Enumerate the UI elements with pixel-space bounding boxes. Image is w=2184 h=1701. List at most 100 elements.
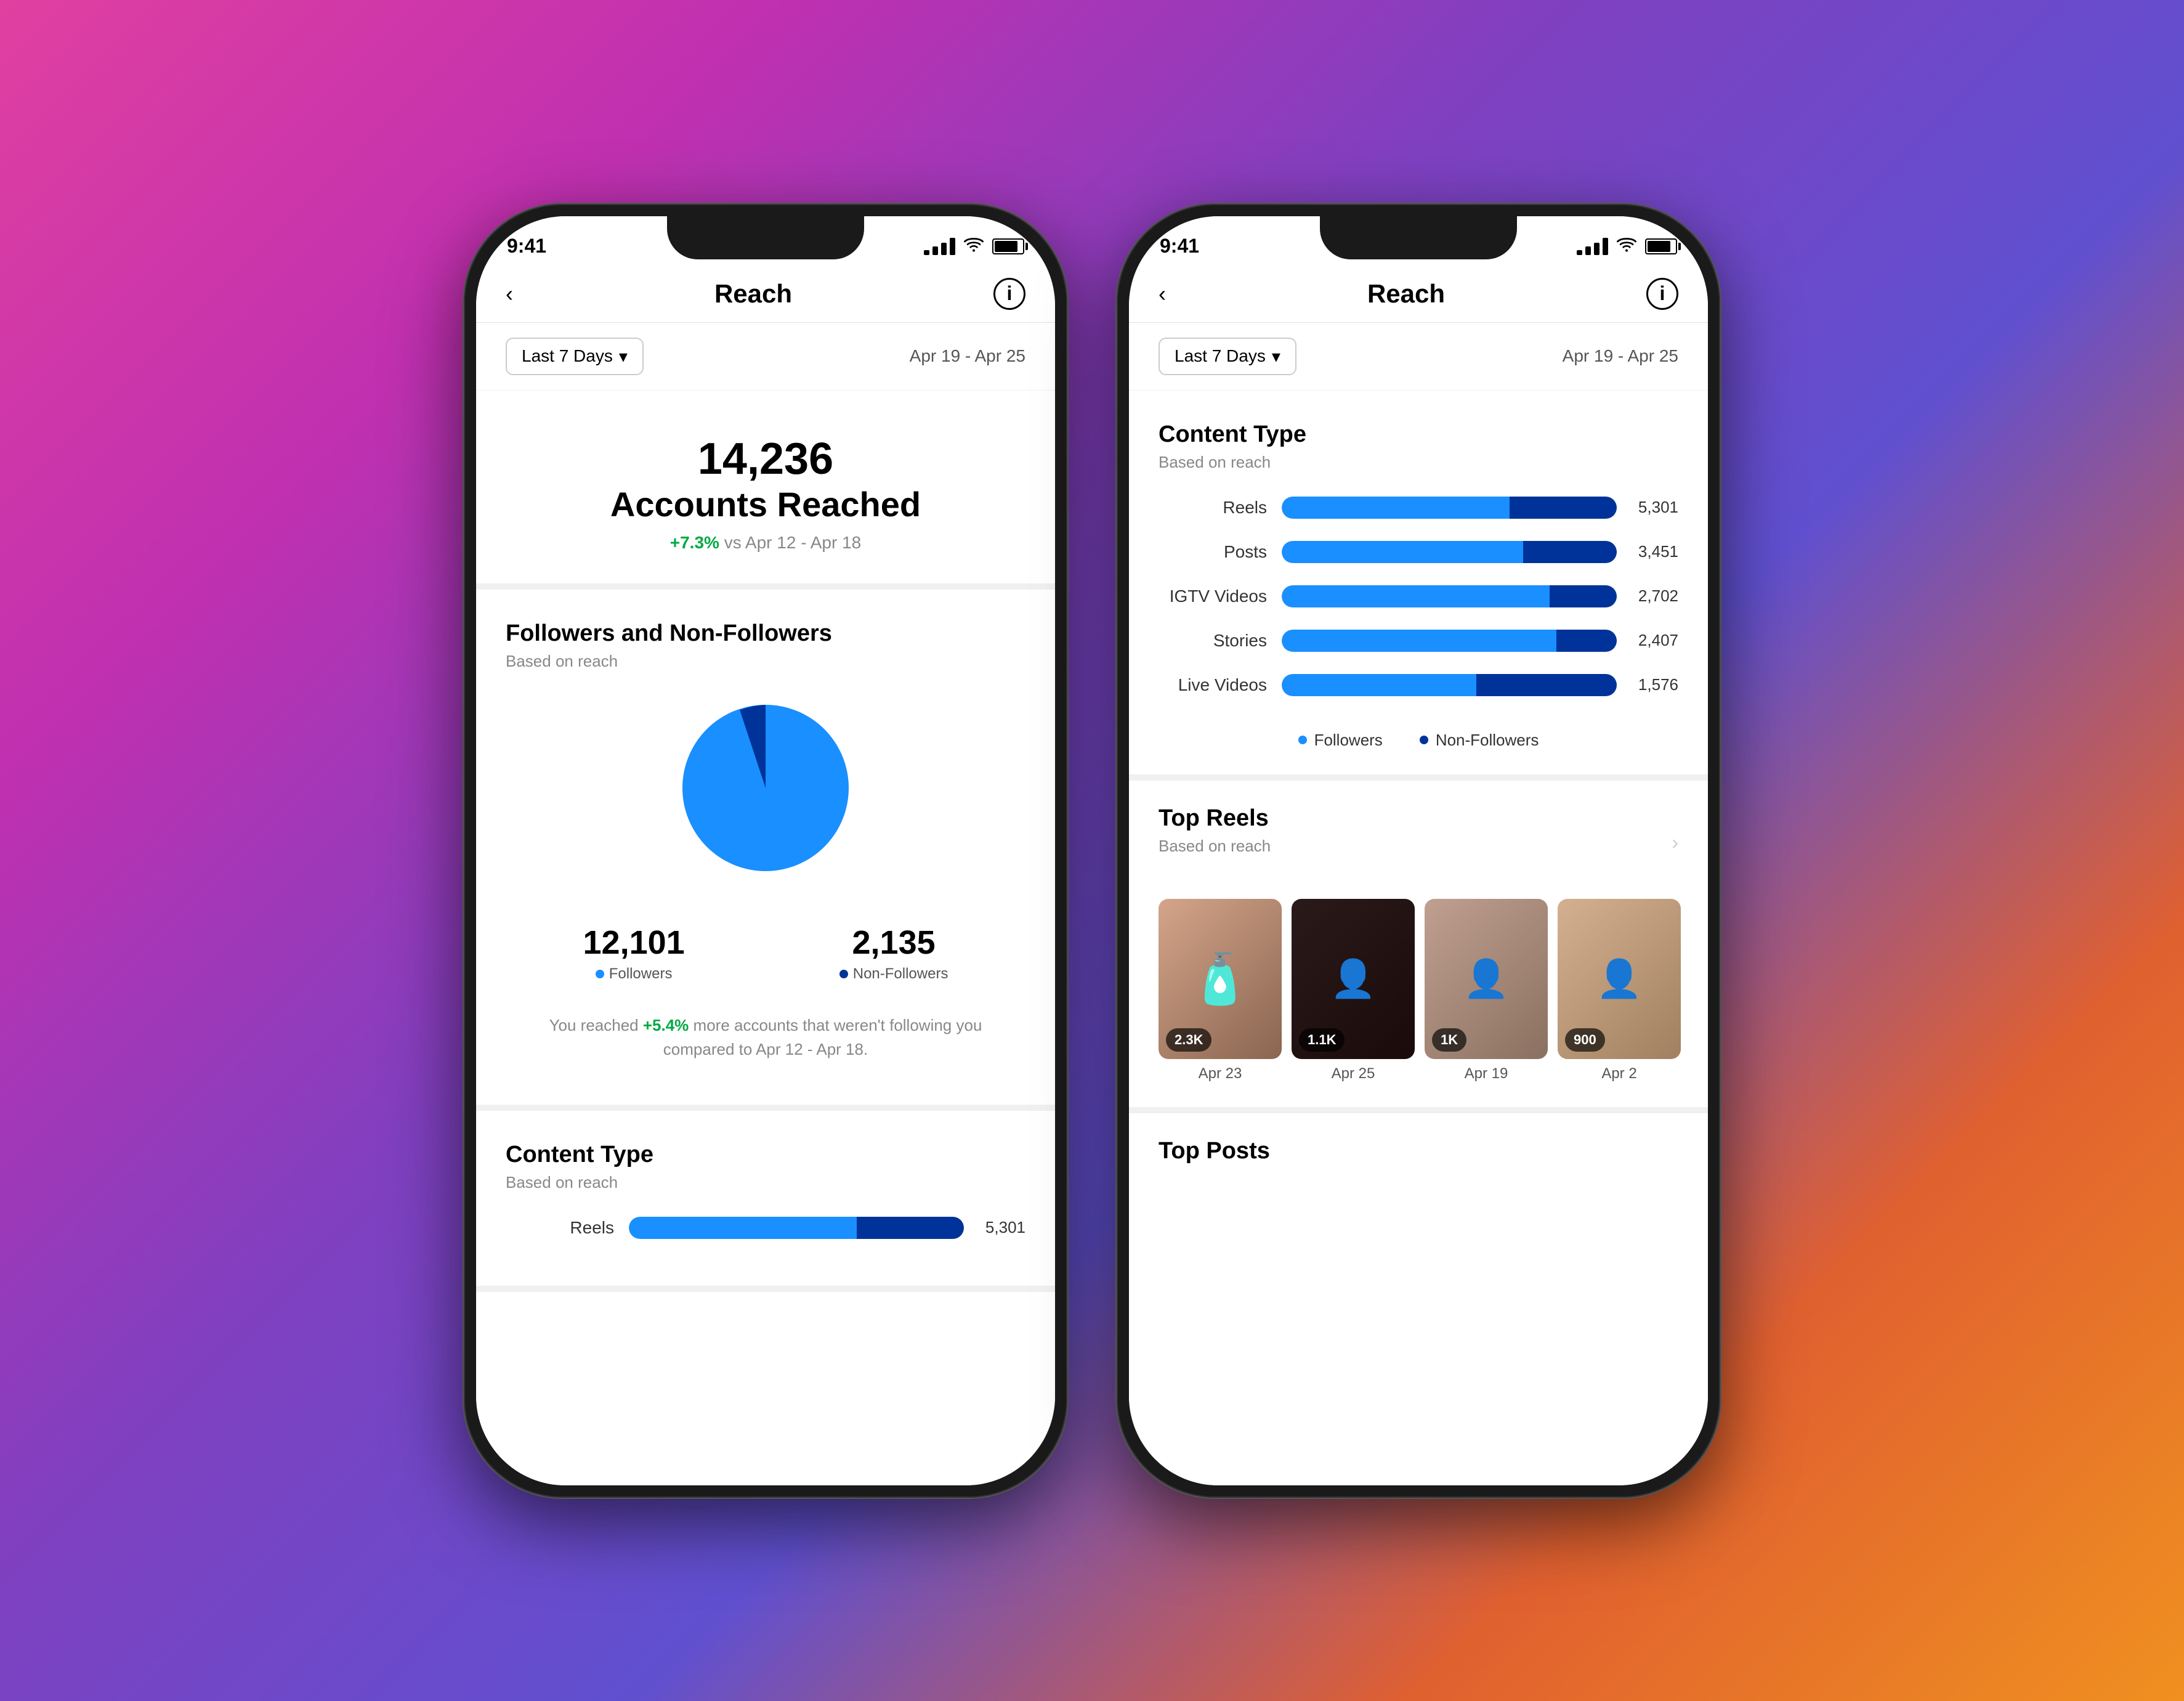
nav-bar-2: ‹ Reach i xyxy=(1129,266,1708,323)
followers-section: Followers and Non-Followers Based on rea… xyxy=(476,590,1055,1111)
date-range-2: Apr 19 - Apr 25 xyxy=(1563,346,1678,366)
filter-bar-1: Last 7 Days ▾ Apr 19 - Apr 25 xyxy=(476,323,1055,391)
reel-thumbnail-2: 👤 1.1K xyxy=(1292,899,1415,1059)
bar-fill-nf-reels xyxy=(1510,497,1617,519)
bar-fill-nf-stories xyxy=(1556,630,1617,652)
reel-item-2[interactable]: 👤 1.1K Apr 25 xyxy=(1292,899,1415,1082)
bar-fill-f-stories xyxy=(1282,630,1556,652)
metric-change: +7.3% vs Apr 12 - Apr 18 xyxy=(501,533,1030,553)
followers-label: Followers xyxy=(583,965,685,983)
signal-icon-1 xyxy=(924,238,955,255)
bar-fill-nonfollowers-reels-1 xyxy=(857,1217,964,1239)
reel-item-1[interactable]: 🧴 2.3K Apr 23 xyxy=(1159,899,1282,1082)
top-reels-title: Top Reels xyxy=(1159,805,1271,832)
bar-row-live: Live Videos 1,576 xyxy=(1159,674,1678,696)
content-type-title-1: Content Type xyxy=(506,1142,1025,1168)
content-type-subtitle-1: Based on reach xyxy=(506,1173,1025,1192)
reels-chevron-icon[interactable]: › xyxy=(1672,831,1678,854)
back-button-1[interactable]: ‹ xyxy=(506,281,513,307)
bar-label-reels-1: Reels xyxy=(506,1218,629,1238)
bar-fill-f-reels xyxy=(1282,497,1510,519)
bar-label-posts: Posts xyxy=(1159,542,1282,562)
bar-row-posts: Posts 3,451 xyxy=(1159,541,1678,563)
nonfollowers-stat: 2,135 Non-Followers xyxy=(839,924,948,983)
filter-bar-2: Last 7 Days ▾ Apr 19 - Apr 25 xyxy=(1129,323,1708,391)
notch-1 xyxy=(667,216,864,259)
reel-date-3: Apr 19 xyxy=(1425,1065,1548,1082)
followers-section-subtitle: Based on reach xyxy=(506,652,1025,671)
bar-track-live xyxy=(1282,674,1617,696)
reel-thumbnail-1: 🧴 2.3K xyxy=(1159,899,1282,1059)
status-icons-2 xyxy=(1577,235,1677,257)
insight-text: You reached +5.4% more accounts that wer… xyxy=(506,995,1025,1080)
insight-positive: +5.4% xyxy=(643,1016,689,1034)
reel-badge-4: 900 xyxy=(1565,1028,1605,1052)
phone-2: 9:41 ‹ xyxy=(1117,204,1720,1498)
info-button-2[interactable]: i xyxy=(1646,278,1678,310)
accounts-reached-number: 14,236 xyxy=(501,434,1030,484)
bar-row-reels-2: Reels 5,301 xyxy=(1159,497,1678,519)
bar-value-reels-1: 5,301 xyxy=(964,1218,1025,1237)
top-reels-header: Top Reels Based on reach › xyxy=(1129,781,1708,887)
reel-thumbnail-3: 👤 1K xyxy=(1425,899,1548,1059)
followers-dot xyxy=(596,970,604,978)
bar-fill-f-live xyxy=(1282,674,1476,696)
bar-fill-nf-posts xyxy=(1523,541,1617,563)
signal-icon-2 xyxy=(1577,238,1608,255)
reel-item-4[interactable]: 👤 900 Apr 2 xyxy=(1558,899,1681,1082)
content-type-subtitle-2: Based on reach xyxy=(1159,453,1678,472)
content-type-title-2: Content Type xyxy=(1159,421,1678,448)
nonfollowers-dot xyxy=(839,970,848,978)
legend-followers-dot xyxy=(1298,736,1307,744)
period-dropdown-1[interactable]: Last 7 Days ▾ xyxy=(506,338,644,375)
bar-label-igtv: IGTV Videos xyxy=(1159,587,1282,606)
back-button-2[interactable]: ‹ xyxy=(1159,281,1166,307)
top-reels-subtitle: Based on reach xyxy=(1159,837,1271,856)
page-title-2: Reach xyxy=(1367,279,1445,309)
bar-track-reels-1 xyxy=(629,1217,964,1239)
bar-value-igtv: 2,702 xyxy=(1617,587,1678,606)
period-dropdown-2[interactable]: Last 7 Days ▾ xyxy=(1159,338,1296,375)
bar-track-stories xyxy=(1282,630,1617,652)
change-text: vs Apr 12 - Apr 18 xyxy=(724,533,862,552)
bar-value-stories: 2,407 xyxy=(1617,631,1678,650)
followers-count: 12,101 xyxy=(583,924,685,962)
bar-fill-followers-reels-1 xyxy=(629,1217,857,1239)
content-type-section-1: Content Type Based on reach Reels 5,301 xyxy=(476,1111,1055,1292)
reel-thumbnail-4: 👤 900 xyxy=(1558,899,1681,1059)
phone-1: 9:41 ‹ xyxy=(464,204,1067,1498)
wifi-icon-1 xyxy=(964,235,984,257)
phones-container: 9:41 ‹ xyxy=(464,204,1720,1498)
accounts-reached-label: Accounts Reached xyxy=(501,484,1030,524)
bar-label-reels-2: Reels xyxy=(1159,498,1282,518)
chart-legend: Followers Non-Followers xyxy=(1159,718,1678,750)
battery-icon-2 xyxy=(1645,238,1677,254)
status-time-1: 9:41 xyxy=(507,235,546,258)
legend-nonfollowers-dot xyxy=(1420,736,1428,744)
bar-track-reels-2 xyxy=(1282,497,1617,519)
pie-chart xyxy=(673,696,858,880)
bar-label-stories: Stories xyxy=(1159,631,1282,651)
followers-section-title: Followers and Non-Followers xyxy=(506,620,1025,647)
reel-date-2: Apr 25 xyxy=(1292,1065,1415,1082)
battery-icon-1 xyxy=(992,238,1024,254)
reel-date-1: Apr 23 xyxy=(1159,1065,1282,1082)
reel-badge-1: 2.3K xyxy=(1166,1028,1211,1052)
date-range-1: Apr 19 - Apr 25 xyxy=(910,346,1025,366)
main-metric-section: 14,236 Accounts Reached +7.3% vs Apr 12 … xyxy=(476,391,1055,590)
nonfollowers-count: 2,135 xyxy=(839,924,948,962)
bar-fill-f-igtv xyxy=(1282,585,1550,607)
legend-nonfollowers: Non-Followers xyxy=(1420,731,1539,750)
bar-fill-nf-igtv xyxy=(1550,585,1617,607)
bar-fill-nf-live xyxy=(1476,674,1617,696)
top-reels-section: Top Reels Based on reach › 🧴 2.3K Apr 23 xyxy=(1129,781,1708,1113)
bar-label-live: Live Videos xyxy=(1159,675,1282,695)
content-type-section-2: Content Type Based on reach Reels 5,301 … xyxy=(1129,391,1708,781)
reel-item-3[interactable]: 👤 1K Apr 19 xyxy=(1425,899,1548,1082)
followers-stats: 12,101 Followers 2,135 Non-Followers xyxy=(506,911,1025,995)
info-button-1[interactable]: i xyxy=(993,278,1025,310)
legend-followers: Followers xyxy=(1298,731,1383,750)
bar-track-posts xyxy=(1282,541,1617,563)
pie-chart-container xyxy=(506,696,1025,880)
page-title-1: Reach xyxy=(714,279,792,309)
